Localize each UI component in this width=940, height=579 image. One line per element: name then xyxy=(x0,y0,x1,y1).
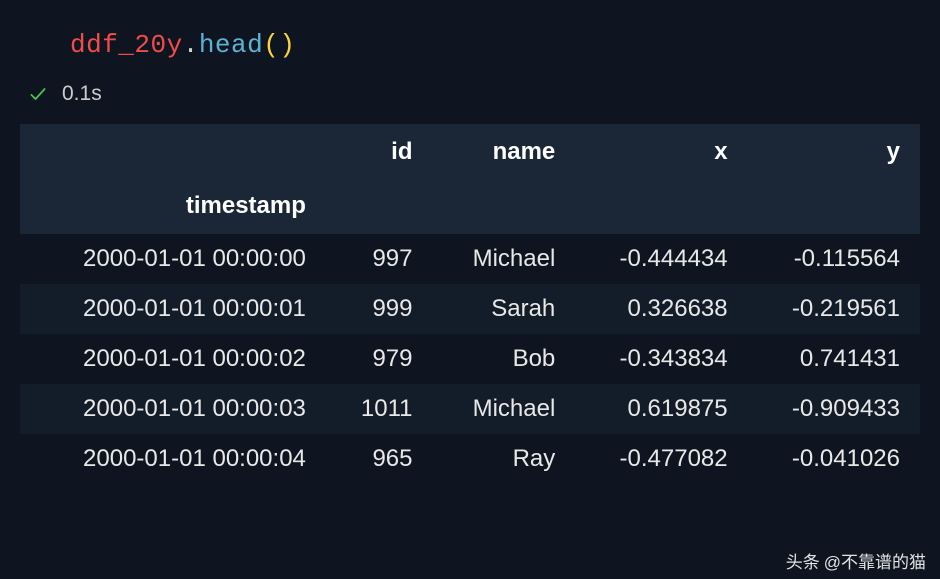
cell-y: -0.909433 xyxy=(748,384,920,434)
cell-index: 2000-01-01 00:00:04 xyxy=(20,434,326,484)
header-blank xyxy=(575,180,747,234)
cell-index: 2000-01-01 00:00:02 xyxy=(20,334,326,384)
watermark-user: @不靠谱的猫 xyxy=(824,548,926,573)
table-row: 2000-01-01 00:00:04 965 Ray -0.477082 -0… xyxy=(20,434,920,484)
code-cell[interactable]: ddf_20y.head() xyxy=(12,12,928,68)
cell-x: 0.619875 xyxy=(575,384,747,434)
cell-id: 999 xyxy=(326,284,433,334)
cell-id: 997 xyxy=(326,234,433,284)
header-blank xyxy=(433,180,576,234)
table-row: 2000-01-01 00:00:00 997 Michael -0.44443… xyxy=(20,234,920,284)
cell-x: -0.477082 xyxy=(575,434,747,484)
table-body: 2000-01-01 00:00:00 997 Michael -0.44443… xyxy=(20,234,920,484)
header-index-name: timestamp xyxy=(20,180,326,234)
table-row: 2000-01-01 00:00:01 999 Sarah 0.326638 -… xyxy=(20,284,920,334)
table-header-row: id name x y xyxy=(20,124,920,180)
cell-x: -0.444434 xyxy=(575,234,747,284)
cell-y: -0.219561 xyxy=(748,284,920,334)
cell-name: Bob xyxy=(433,334,576,384)
cell-x: 0.326638 xyxy=(575,284,747,334)
output-area: id name x y timestamp 2000-01-01 00:00:0… xyxy=(12,120,928,484)
code-close-paren: ) xyxy=(279,30,295,60)
header-x: x xyxy=(575,124,747,180)
table-index-header-row: timestamp xyxy=(20,180,920,234)
cell-index: 2000-01-01 00:00:01 xyxy=(20,284,326,334)
header-y: y xyxy=(748,124,920,180)
watermark-prefix: 头条 xyxy=(786,548,820,573)
header-id: id xyxy=(326,124,433,180)
header-blank xyxy=(748,180,920,234)
header-name: name xyxy=(433,124,576,180)
code-variable: ddf_20y xyxy=(70,30,183,60)
header-blank xyxy=(20,124,326,180)
cell-name: Michael xyxy=(433,384,576,434)
table-row: 2000-01-01 00:00:02 979 Bob -0.343834 0.… xyxy=(20,334,920,384)
cell-y: -0.115564 xyxy=(748,234,920,284)
cell-id: 979 xyxy=(326,334,433,384)
cell-y: 0.741431 xyxy=(748,334,920,384)
cell-name: Sarah xyxy=(433,284,576,334)
cell-y: -0.041026 xyxy=(748,434,920,484)
code-line: ddf_20y.head() xyxy=(70,30,920,60)
cell-name: Michael xyxy=(433,234,576,284)
code-function: head xyxy=(199,30,263,60)
cell-x: -0.343834 xyxy=(575,334,747,384)
dataframe-table: id name x y timestamp 2000-01-01 00:00:0… xyxy=(20,124,920,484)
execution-duration: 0.1s xyxy=(62,82,102,106)
cell-id: 965 xyxy=(326,434,433,484)
code-dot: . xyxy=(183,30,199,60)
table-row: 2000-01-01 00:00:03 1011 Michael 0.61987… xyxy=(20,384,920,434)
watermark: 头条 @不靠谱的猫 xyxy=(786,548,926,573)
header-blank xyxy=(326,180,433,234)
code-open-paren: ( xyxy=(263,30,279,60)
execution-status: 0.1s xyxy=(12,68,928,120)
cell-index: 2000-01-01 00:00:00 xyxy=(20,234,326,284)
cell-name: Ray xyxy=(433,434,576,484)
cell-index: 2000-01-01 00:00:03 xyxy=(20,384,326,434)
checkmark-icon xyxy=(28,84,48,104)
cell-id: 1011 xyxy=(326,384,433,434)
